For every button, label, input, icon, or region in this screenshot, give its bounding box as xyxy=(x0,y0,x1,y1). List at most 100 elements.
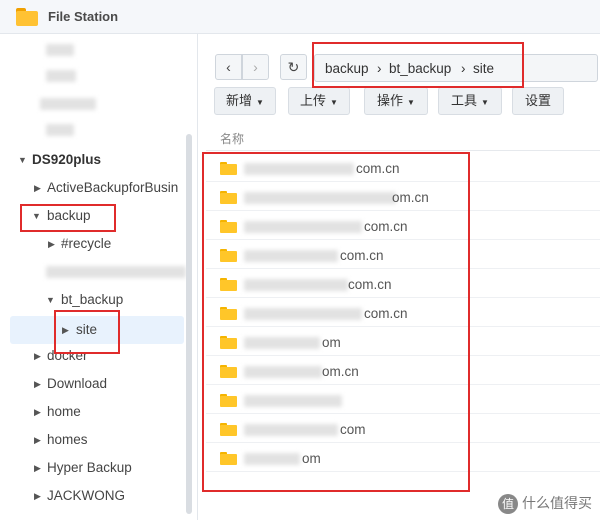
tree-item-label: bt_backup xyxy=(61,292,124,307)
watermark: 值什么值得买 xyxy=(498,493,592,514)
tree-item-bt-backup[interactable]: ▼ bt_backup xyxy=(0,286,186,314)
caret-down-icon: ▼ xyxy=(481,98,489,107)
caret-down-icon: ▼ xyxy=(32,211,41,221)
file-row[interactable]: om xyxy=(206,443,600,472)
breadcrumb-item[interactable]: site xyxy=(473,61,494,76)
tree-item-homes[interactable]: ▶ homes xyxy=(0,426,186,454)
file-name: com.cn xyxy=(340,248,384,263)
tree-item-download[interactable]: ▶ Download xyxy=(0,370,186,398)
tree-item-label: #recycle xyxy=(61,236,112,251)
blurred-item xyxy=(46,124,74,136)
folder-icon xyxy=(220,336,237,349)
breadcrumb-separator-icon: › xyxy=(461,61,466,76)
blurred-name xyxy=(244,192,396,204)
caret-down-icon: ▼ xyxy=(256,98,264,107)
watermark-badge-icon: 值 xyxy=(498,494,518,514)
folder-icon xyxy=(220,191,237,204)
tree-root-label: DS920plus xyxy=(32,152,102,167)
file-row[interactable]: om.cn xyxy=(206,356,600,385)
tree-item-hyper-backup[interactable]: ▶ Hyper Backup xyxy=(0,454,186,482)
blurred-item xyxy=(46,70,76,82)
file-name: com.cn xyxy=(348,277,392,292)
file-name: com.cn xyxy=(364,306,408,321)
file-row[interactable]: com.cn xyxy=(206,153,600,182)
blurred-name xyxy=(244,366,322,378)
file-name: com xyxy=(340,422,366,437)
tree-item-backup[interactable]: ▼ backup xyxy=(0,202,186,230)
tree-item-label: homes xyxy=(47,432,88,447)
caret-right-icon: ▶ xyxy=(48,239,55,249)
file-name: com.cn xyxy=(364,219,408,234)
file-name: om xyxy=(302,451,321,466)
file-name: om xyxy=(322,335,341,350)
sidebar-scrollbar[interactable] xyxy=(186,134,192,514)
blurred-name xyxy=(244,395,342,407)
blurred-item xyxy=(46,44,74,56)
blurred-item xyxy=(46,266,186,278)
tree-item-label: home xyxy=(47,404,81,419)
tree-item-recycle[interactable]: ▶ #recycle xyxy=(0,230,186,258)
tools-button[interactable]: 工具 ▼ xyxy=(438,87,502,115)
breadcrumb-separator-icon: › xyxy=(377,61,382,76)
caret-right-icon: ▶ xyxy=(34,491,41,501)
tree-item-label: site xyxy=(76,322,98,337)
tree-root[interactable]: ▼ DS920plus xyxy=(0,146,186,174)
file-row[interactable]: com.cn xyxy=(206,269,600,298)
caret-right-icon: ▶ xyxy=(34,351,41,361)
tree-item-jackwong[interactable]: ▶ JACKWONG xyxy=(0,482,186,510)
back-button[interactable]: ‹ xyxy=(215,54,242,80)
folder-icon xyxy=(220,307,237,320)
caret-down-icon: ▼ xyxy=(18,155,27,165)
caret-right-icon: ▶ xyxy=(62,325,69,335)
folder-icon xyxy=(220,452,237,465)
title-bar: File Station xyxy=(0,0,600,34)
blurred-name xyxy=(244,250,338,262)
refresh-button[interactable]: ↻ xyxy=(280,54,307,80)
breadcrumb-item[interactable]: backup xyxy=(325,61,369,76)
caret-right-icon: ▶ xyxy=(34,407,41,417)
tree-item-site[interactable]: ▶ site xyxy=(10,316,184,344)
blurred-name xyxy=(244,453,300,465)
blurred-name xyxy=(244,308,362,320)
caret-right-icon: ▶ xyxy=(34,435,41,445)
tree-item-label: docker xyxy=(47,348,88,363)
action-button[interactable]: 操作 ▼ xyxy=(364,87,428,115)
forward-button[interactable]: › xyxy=(242,54,269,80)
blurred-item xyxy=(40,98,96,110)
folder-icon xyxy=(220,278,237,291)
blurred-name xyxy=(244,337,320,349)
file-name: om.cn xyxy=(322,364,359,379)
create-button[interactable]: 新增 ▼ xyxy=(214,87,276,115)
divider xyxy=(206,150,600,151)
file-row[interactable]: com.cn xyxy=(206,211,600,240)
tree-item-label: Download xyxy=(47,376,108,391)
file-row[interactable]: om xyxy=(206,327,600,356)
folder-icon xyxy=(220,249,237,262)
folder-icon xyxy=(220,220,237,233)
column-header-name[interactable]: 名称 xyxy=(220,130,244,147)
file-row[interactable]: com.cn xyxy=(206,240,600,269)
window-title: File Station xyxy=(48,9,119,24)
caret-right-icon: ▶ xyxy=(34,183,41,193)
caret-down-icon: ▼ xyxy=(407,98,415,107)
file-station-icon xyxy=(16,8,38,26)
tree-item-label: JACKWONG xyxy=(47,488,126,503)
tree-item-home[interactable]: ▶ home xyxy=(0,398,186,426)
settings-button[interactable]: 设置 xyxy=(512,87,564,115)
folder-icon xyxy=(220,423,237,436)
file-row[interactable] xyxy=(206,385,600,414)
blurred-name xyxy=(244,279,348,291)
tree-item-label: backup xyxy=(47,208,91,223)
breadcrumb-item[interactable]: bt_backup xyxy=(389,61,451,76)
tree-item-label: ActiveBackupforBusin xyxy=(47,180,179,195)
file-row[interactable]: com.cn xyxy=(206,298,600,327)
tree-item-activebackup[interactable]: ▶ ActiveBackupforBusin xyxy=(0,174,186,202)
file-name: om.cn xyxy=(392,190,429,205)
file-row[interactable]: om.cn xyxy=(206,182,600,211)
tree-item-label: Hyper Backup xyxy=(47,460,132,475)
file-row[interactable]: com xyxy=(206,414,600,443)
tree-item-docker[interactable]: ▶ docker xyxy=(0,342,186,370)
upload-button[interactable]: 上传 ▼ xyxy=(288,87,350,115)
breadcrumb: backup › bt_backup › site xyxy=(314,54,598,82)
file-name: com.cn xyxy=(356,161,400,176)
